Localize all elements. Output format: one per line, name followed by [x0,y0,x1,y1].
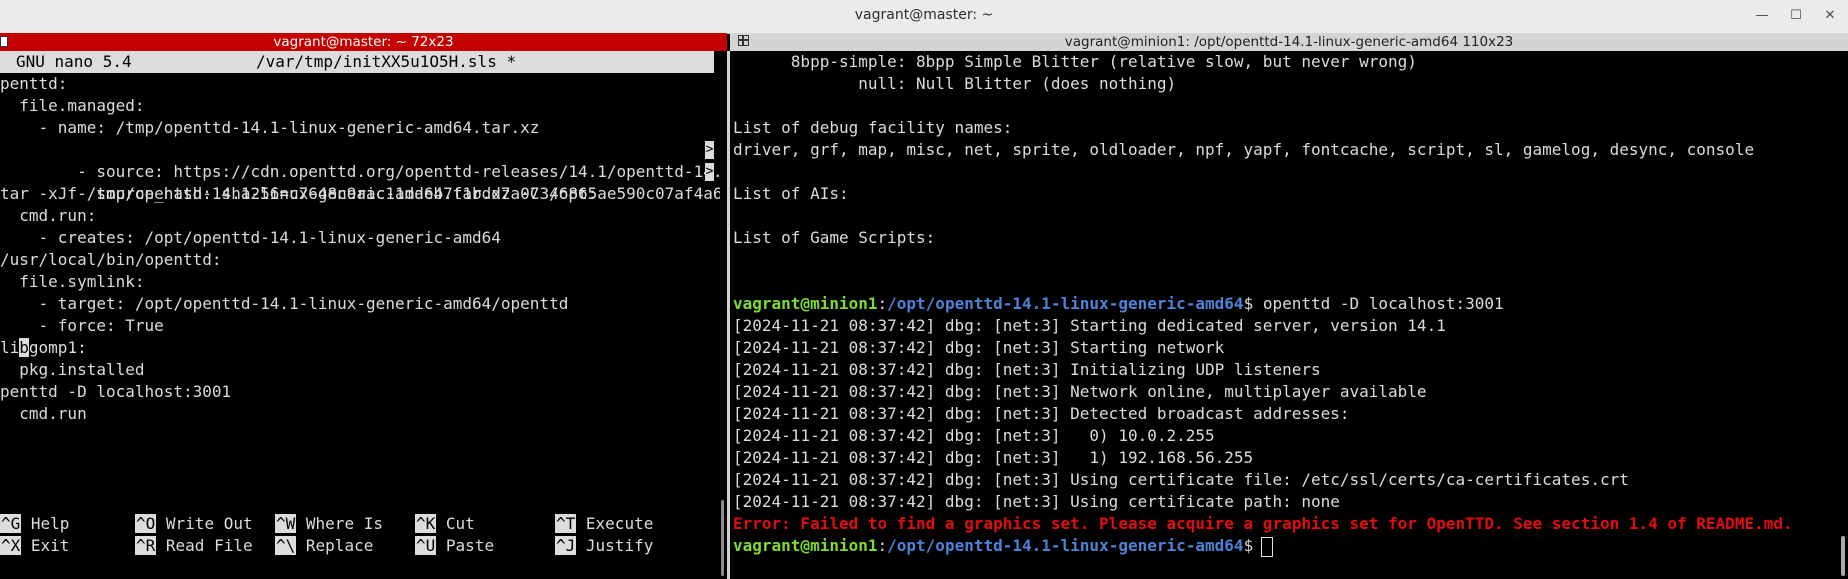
terminal-line: driver, grf, map, misc, net, sprite, old… [733,140,1755,159]
nano-title-bar: GNU nano 5.4 /var/tmp/initXX5u1O5H.sls * [0,51,714,73]
log-line: [2024-11-21 08:37:42] dbg: [net:3] Start… [733,316,1446,335]
editor-line[interactable]: cmd.run [0,403,86,425]
prompt-dollar: $ [1243,536,1254,555]
command-text: openttd -D localhost:3001 [1253,294,1504,313]
prompt-dollar: $ [1243,294,1254,313]
minimize-button[interactable]: — [1752,5,1772,25]
shortcut-write-out[interactable]: ^O Write Out [135,513,253,535]
editor-line[interactable]: penttd -D localhost:3001 [0,381,231,403]
nano-version: GNU nano 5.4 [16,52,132,71]
log-line: [2024-11-21 08:37:42] dbg: [net:3] Initi… [733,360,1321,379]
left-pane-header[interactable]: vagrant@master: ~ 72x23 [0,33,727,51]
line-overflow-marker: > [705,163,714,181]
error-line: Error: Failed to find a graphics set. Pl… [733,514,1793,533]
terminal-command-line: vagrant@minion1:/opt/openttd-14.1-linux-… [733,293,1504,315]
editor-line[interactable]: - source: https://cdn.openttd.org/opentt… [0,139,720,181]
minimize-icon: — [1755,7,1769,23]
prompt-separator: : [877,536,888,555]
terminal-line: List of Game Scripts: [733,228,936,247]
pane-divider[interactable] [727,51,730,579]
terminal-pane[interactable]: 8bpp-simple: 8bpp Simple Blitter (relati… [733,51,1837,579]
window-titlebar: vagrant@master: ~ — ☐ ✕ [0,0,1848,34]
prompt-user: vagrant@minion1 [733,294,878,313]
shortcut-paste[interactable]: ^U Paste [415,535,494,557]
editor-line[interactable]: - source_hash: sha256=c7648c9aac11daeb7f… [0,161,720,203]
editor-line[interactable]: - target: /opt/openttd-14.1-linux-generi… [0,293,569,315]
prompt-separator: : [877,294,888,313]
editor-line[interactable]: penttd: [0,73,67,95]
shortcut-justify[interactable]: ^J Justify [555,535,653,557]
editor-line[interactable]: - name: /tmp/openttd-14.1-linux-generic-… [0,117,540,139]
prompt-path: /opt/openttd-14.1-linux-generic-amd64 [887,536,1244,555]
maximize-button[interactable]: ☐ [1786,5,1806,25]
terminal-line: List of debug facility names: [733,118,1013,137]
editor-line[interactable]: pkg.installed [0,359,144,381]
nano-editor-pane[interactable]: GNU nano 5.4 /var/tmp/initXX5u1O5H.sls *… [0,51,720,579]
editor-line[interactable]: - creates: /opt/openttd-14.1-linux-gener… [0,227,501,249]
log-line: [2024-11-21 08:37:42] dbg: [net:3] 1) 19… [733,448,1254,467]
terminal-line: 8bpp-simple: 8bpp Simple Blitter (relati… [733,52,1417,71]
right-scrollbar[interactable] [1841,536,1845,576]
shortcut-read-file[interactable]: ^R Read File [135,535,253,557]
editor-line[interactable]: cmd.run: [0,205,96,227]
terminal-line: List of AIs: [733,184,849,203]
terminal-prompt-line[interactable]: vagrant@minion1:/opt/openttd-14.1-linux-… [733,535,1274,557]
shortcut-help[interactable]: ^G Help [0,513,69,535]
log-line: [2024-11-21 08:37:42] dbg: [net:3] Using… [733,470,1629,489]
log-line: [2024-11-21 08:37:42] dbg: [net:3] Using… [733,492,1340,511]
text-cursor: b [19,338,29,357]
window-title: vagrant@master: ~ [854,7,994,23]
cursor-line-prefix: li [0,338,20,357]
line-overflow-marker: > [705,141,714,159]
right-pane-header[interactable]: vagrant@minion1: /opt/openttd-14.1-linux… [730,33,1848,51]
log-line: [2024-11-21 08:37:42] dbg: [net:3] 0) 10… [733,426,1215,445]
nano-file-name: /var/tmp/initXX5u1O5H.sls * [256,52,517,71]
cursor-line-rest: gomp1: [28,338,87,357]
left-pane-title: vagrant@master: ~ 72x23 [273,34,454,50]
shortcut-replace[interactable]: ^\ Replace [275,535,373,557]
terminal-cursor[interactable] [1261,536,1274,557]
terminal-line: null: Null Blitter (does nothing) [733,74,1177,93]
log-line: [2024-11-21 08:37:42] dbg: [net:3] Netwo… [733,382,1427,401]
right-pane-title: vagrant@minion1: /opt/openttd-14.1-linux… [1064,34,1514,50]
editor-line-cursor[interactable]: libgomp1: [0,337,87,359]
left-scrollbar[interactable] [721,500,724,576]
editor-line[interactable]: - force: True [0,315,164,337]
close-icon: ✕ [1824,7,1836,23]
prompt-path: /opt/openttd-14.1-linux-generic-amd64 [887,294,1244,313]
log-line: [2024-11-21 08:37:42] dbg: [net:3] Start… [733,338,1225,357]
editor-line[interactable]: file.symlink: [0,271,144,293]
layout-icon[interactable] [738,35,749,46]
pane-marker-icon [0,36,8,47]
shortcut-execute[interactable]: ^T Execute [555,513,653,535]
editor-line[interactable]: file.managed: [0,95,144,117]
shortcut-cut[interactable]: ^K Cut [415,513,475,535]
close-button[interactable]: ✕ [1820,5,1840,25]
shortcut-exit[interactable]: ^X Exit [0,535,69,557]
prompt-user: vagrant@minion1 [733,536,878,555]
maximize-icon: ☐ [1790,7,1802,23]
log-line: [2024-11-21 08:37:42] dbg: [net:3] Detec… [733,404,1350,423]
shortcut-where-is[interactable]: ^W Where Is [275,513,383,535]
editor-line[interactable]: tar -xJf /tmp/openttd-14.1-linux-generic… [0,183,597,205]
editor-line[interactable]: /usr/local/bin/openttd: [0,249,222,271]
